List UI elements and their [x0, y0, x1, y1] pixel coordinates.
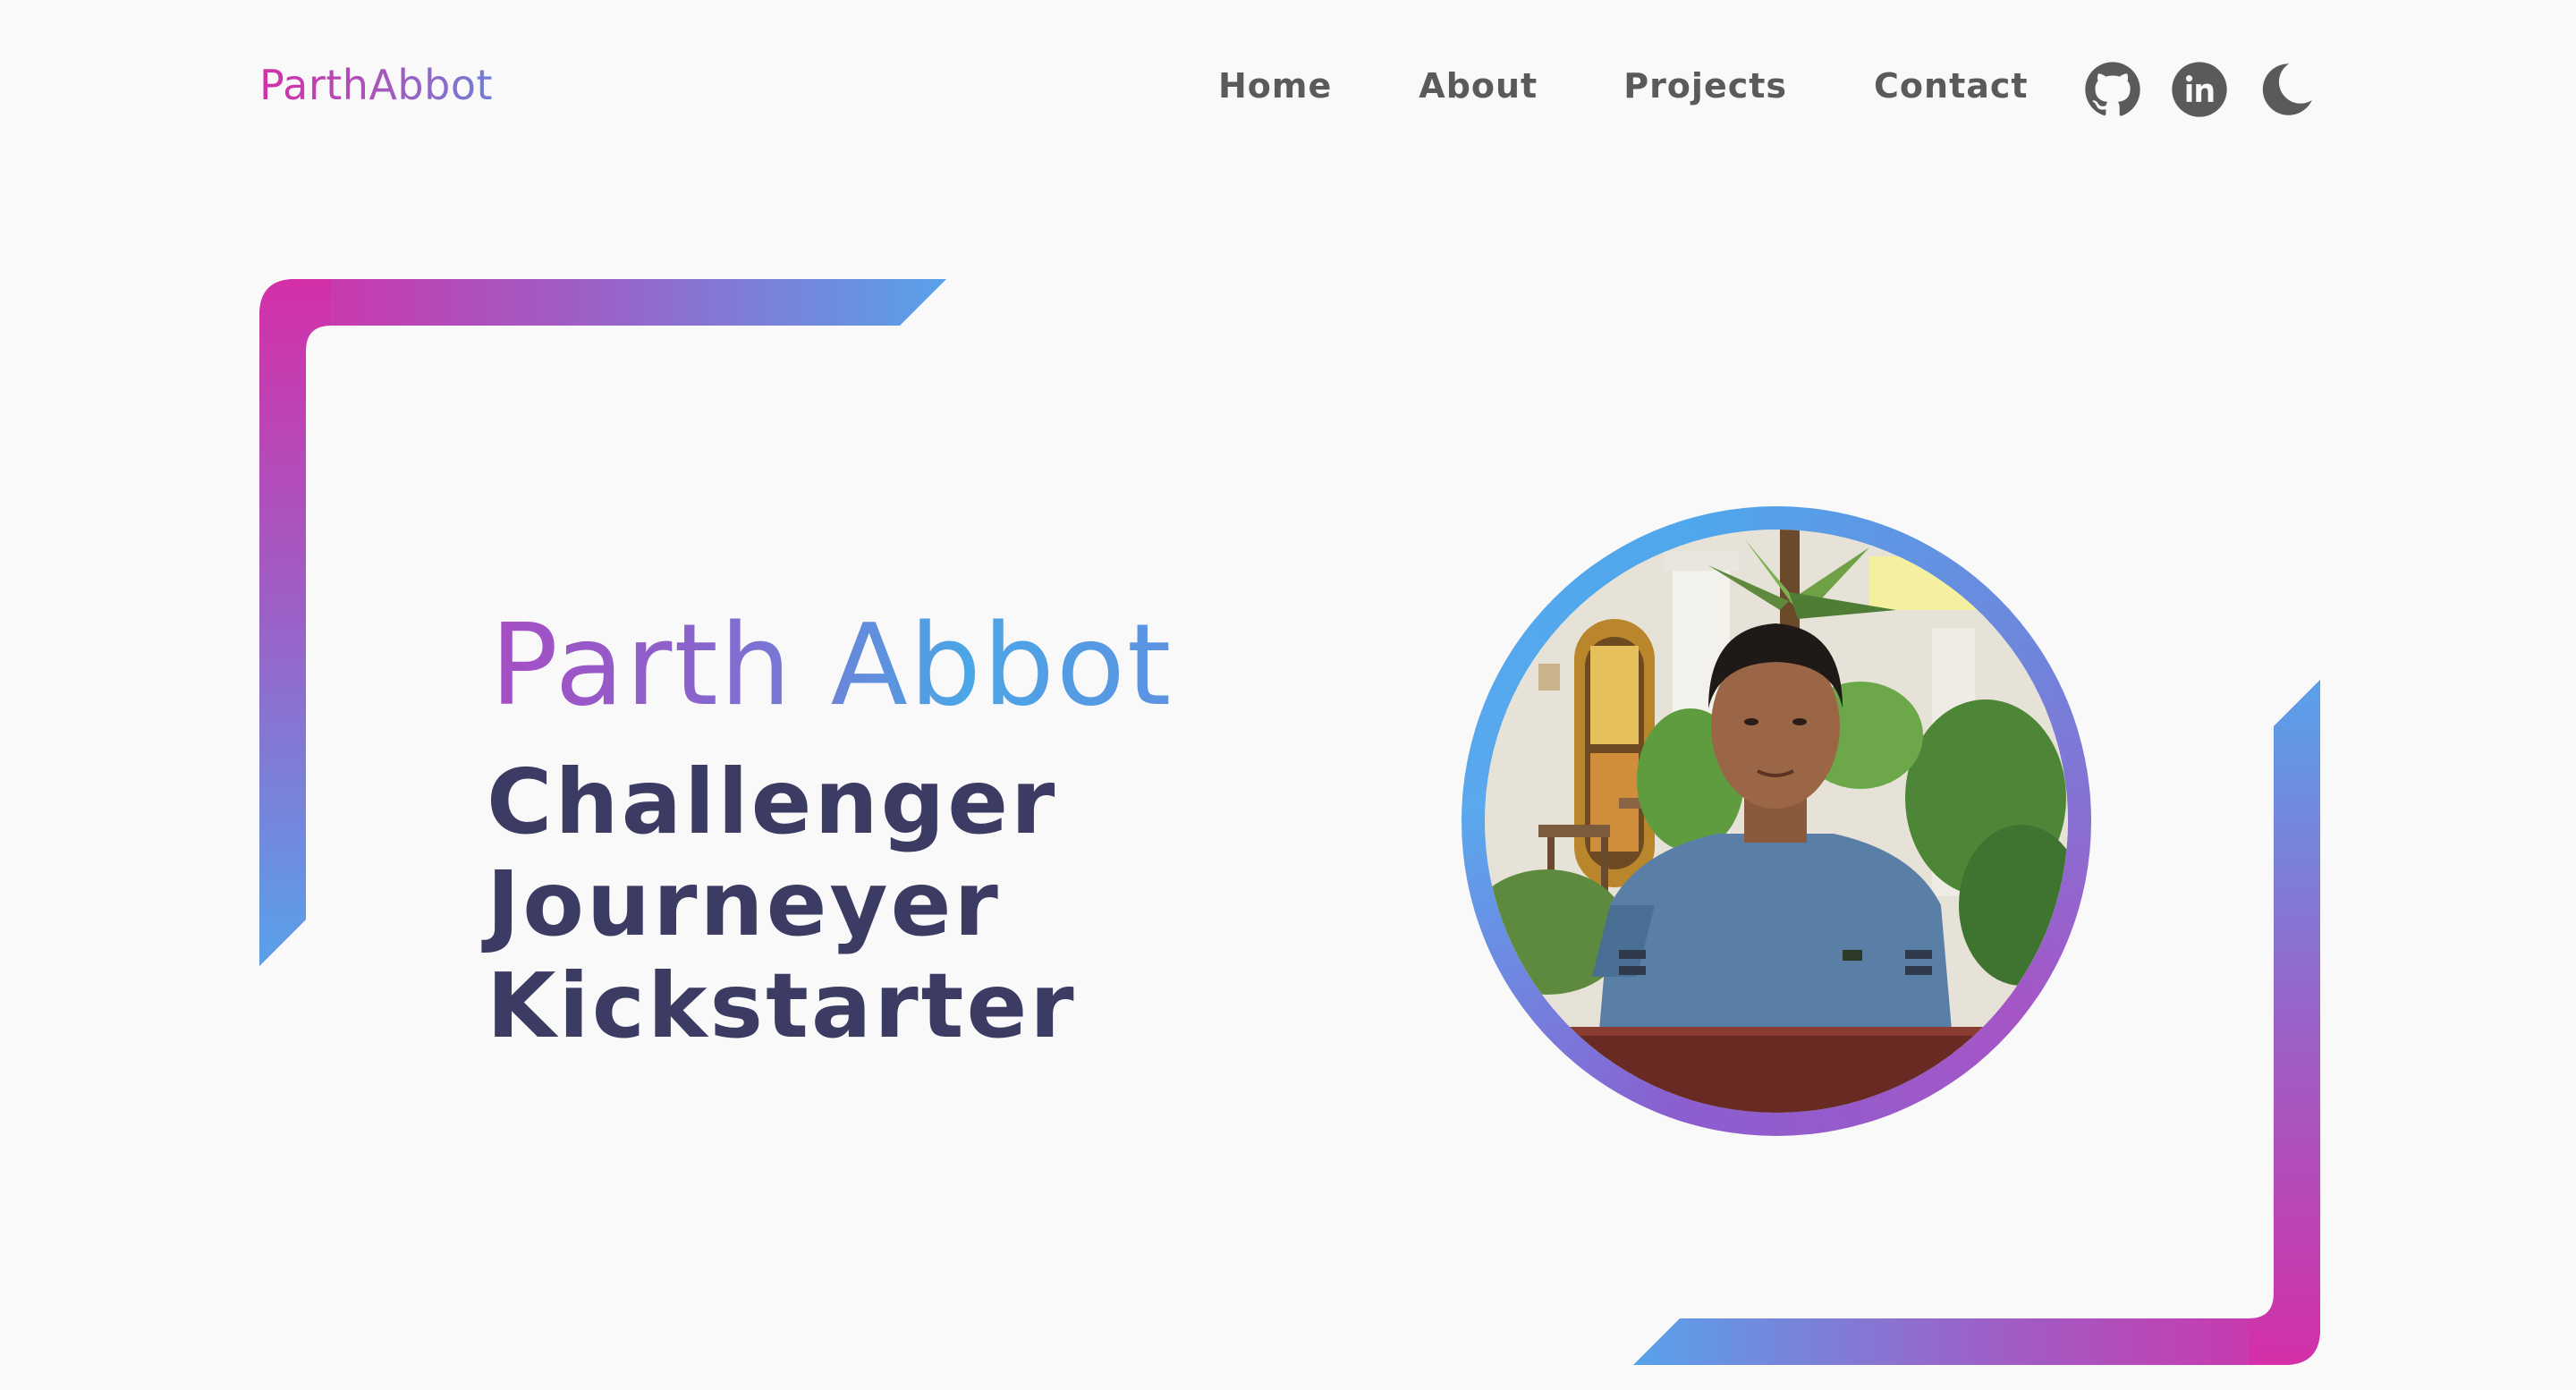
decorative-frame	[259, 279, 2320, 1365]
linkedin-icon[interactable]	[2171, 61, 2228, 118]
main-nav: Home About Projects Contact	[1218, 66, 2029, 106]
trait-item: Kickstarter	[487, 954, 1077, 1058]
nav-item-home[interactable]: Home	[1218, 66, 1332, 106]
avatar-frame	[1462, 506, 2091, 1136]
site-logo[interactable]: ParthAbbot	[259, 61, 493, 109]
trait-item: Journeyer	[487, 852, 1001, 956]
nav-item-contact[interactable]: Contact	[1874, 66, 2029, 106]
avatar	[1485, 530, 2068, 1113]
trait-item: Challenger	[487, 750, 1058, 854]
moon-icon[interactable]	[2258, 61, 2315, 118]
hero-name: Parth Abbot	[490, 599, 1174, 731]
nav-item-projects[interactable]: Projects	[1623, 66, 1787, 106]
page: ParthAbbot Home About Projects Contact P…	[0, 0, 2576, 1390]
github-icon[interactable]	[2084, 61, 2141, 118]
hero-traits: Challenger Journeyer Kickstarter	[487, 751, 1077, 1057]
nav-item-about[interactable]: About	[1419, 66, 1538, 106]
